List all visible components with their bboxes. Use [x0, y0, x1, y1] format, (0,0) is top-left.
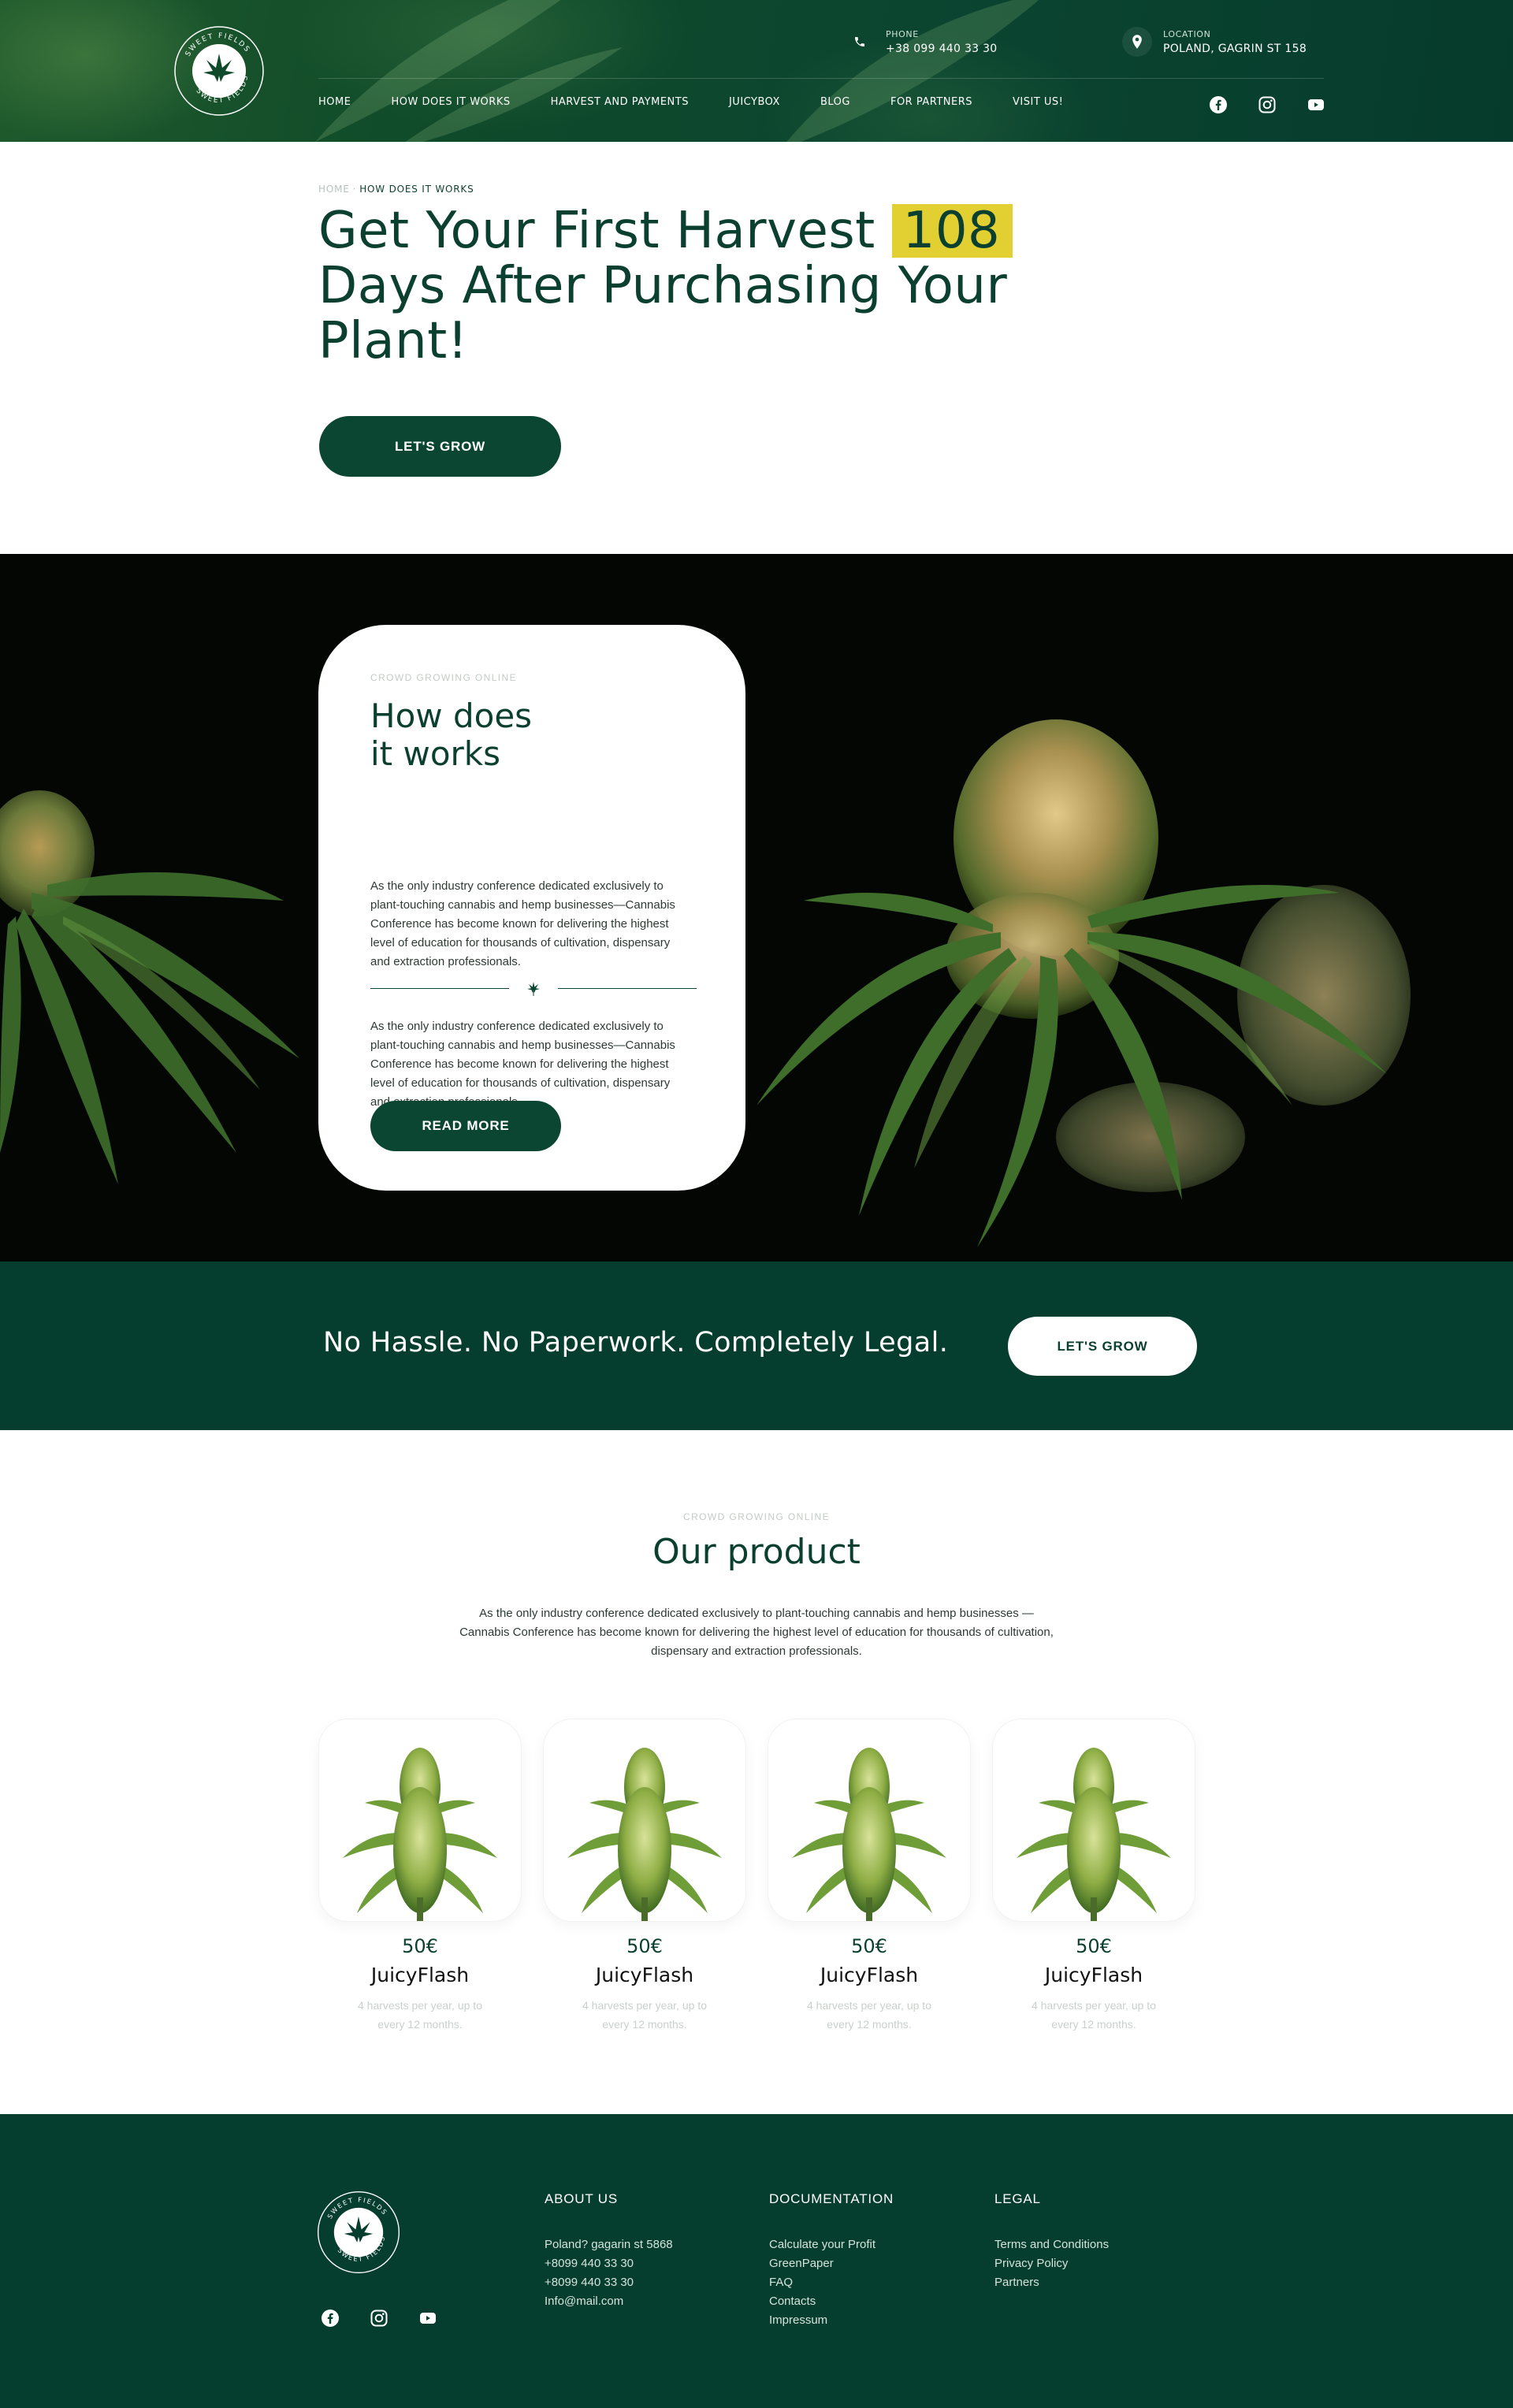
product-description: As the only industry conference dedicate… — [459, 1607, 1054, 1658]
footer-link-terms[interactable]: Terms and Conditions — [994, 2238, 1109, 2251]
breadcrumb: HOME · HOW DOES IT WORKS — [318, 184, 474, 195]
hero-title-line2: Days After Purchasing Your — [318, 257, 1008, 315]
product-card[interactable]: 50€ JuicyFlash 4 harvests per year, up to … — [319, 1719, 521, 2034]
location-value: POLAND, GAGRIN ST 158 — [1163, 42, 1307, 55]
hiw-eyebrow: CROWD GROWING ONLINE — [370, 672, 517, 683]
product-card[interactable]: 50€ JuicyFlash 4 harvests per year, up to … — [544, 1719, 745, 2034]
product-section-title: Our product — [652, 1532, 861, 1572]
main-nav: HOME HOW DOES IT WORKS HARVEST AND PAYME… — [318, 96, 1103, 108]
product-image[interactable] — [993, 1719, 1195, 1921]
footer-logo[interactable]: SWEET FIELDS SWEET FIELDS — [315, 2189, 402, 2276]
nav-for-partners[interactable]: FOR PARTNERS — [890, 96, 972, 108]
footer-documentation-heading: DOCUMENTATION — [769, 2191, 894, 2206]
product-subtitle: 4 harvests per year, up to every 12 mont… — [358, 1999, 482, 2031]
site-header: SWEET FIELDS SWEET FIELDS PHONE +38 099 … — [0, 0, 1513, 142]
product-eyebrow: CROWD GROWING ONLINE — [683, 1511, 830, 1522]
product-name[interactable]: JuicyFlash — [319, 1964, 521, 1986]
nav-how-does-it-works[interactable]: HOW DOES IT WORKS — [391, 96, 510, 108]
footer-about-column: ABOUT US Poland? gagarin st 5868 +8099 4… — [545, 2191, 673, 2311]
product-image[interactable] — [768, 1719, 970, 1921]
how-it-works-card: CROWD GROWING ONLINE How does it works A… — [318, 625, 745, 1191]
hiw-title-line2: it works — [370, 734, 501, 773]
leaf-decoration — [315, 0, 623, 142]
footer-documentation-column: DOCUMENTATION Calculate your Profit Gree… — [769, 2191, 894, 2330]
product-price: 50€ — [626, 1935, 663, 1957]
facebook-icon[interactable] — [1206, 93, 1230, 117]
hero-title: Get Your First Harvest 108 Days After Pu… — [318, 203, 1106, 369]
hero-title-highlight: 108 — [891, 204, 1013, 258]
instagram-icon[interactable] — [1255, 93, 1279, 117]
hiw-title-line1: How does — [370, 697, 533, 735]
nav-visit-us[interactable]: VISIT US! — [1013, 96, 1063, 108]
hiw-paragraph-2: As the only industry conference dedicate… — [370, 1020, 675, 1109]
instagram-icon[interactable] — [367, 2306, 391, 2330]
legal-banner: No Hassle. No Paperwork. Completely Lega… — [0, 1262, 1513, 1430]
banner-lets-grow-button[interactable]: LET'S GROW — [1008, 1317, 1197, 1376]
how-it-works-section: CROWD GROWING ONLINE How does it works A… — [0, 554, 1513, 1262]
product-card[interactable]: 50€ JuicyFlash 4 harvests per year, up to … — [993, 1719, 1195, 2034]
phone-contact[interactable]: PHONE +38 099 440 33 30 — [845, 27, 998, 57]
cannabis-plant-left-image — [0, 790, 299, 1184]
site-footer: SWEET FIELDS SWEET FIELDS ABOUT US Polan… — [0, 2114, 1513, 2408]
leaf-icon — [527, 982, 540, 996]
product-card[interactable]: 50€ JuicyFlash 4 harvests per year, up to … — [768, 1719, 970, 2034]
footer-about-heading: ABOUT US — [545, 2191, 618, 2206]
footer-legal-column: LEGAL Terms and Conditions Privacy Polic… — [994, 2191, 1109, 2292]
footer-about-phone[interactable]: +8099 440 33 30 — [545, 2254, 673, 2273]
logo[interactable]: SWEET FIELDS SWEET FIELDS — [172, 24, 266, 118]
hero-title-line1: Get Your First Harvest — [318, 202, 875, 260]
leaf-divider — [370, 981, 697, 997]
product-name[interactable]: JuicyFlash — [768, 1964, 970, 1986]
footer-legal-heading: LEGAL — [994, 2191, 1041, 2206]
footer-link-privacy[interactable]: Privacy Policy — [994, 2257, 1068, 2270]
product-name[interactable]: JuicyFlash — [993, 1964, 1195, 1986]
footer-link-calculate-profit[interactable]: Calculate your Profit — [769, 2238, 875, 2251]
header-divider — [318, 78, 1324, 79]
breadcrumb-separator: · — [352, 184, 357, 195]
lets-grow-button[interactable]: LET'S GROW — [319, 416, 561, 477]
banner-text: No Hassle. No Paperwork. Completely Lega… — [323, 1327, 949, 1358]
product-subtitle: 4 harvests per year, up to every 12 mont… — [582, 1999, 707, 2031]
footer-link-greenpaper[interactable]: GreenPaper — [769, 2257, 834, 2270]
facebook-icon[interactable] — [318, 2306, 342, 2330]
youtube-icon[interactable] — [416, 2306, 440, 2330]
location-contact[interactable]: LOCATION POLAND, GAGRIN ST 158 — [1122, 27, 1307, 57]
product-name[interactable]: JuicyFlash — [544, 1964, 745, 1986]
location-pin-icon — [1122, 27, 1152, 57]
footer-about-address: Poland? gagarin st 5868 — [545, 2238, 673, 2251]
footer-link-faq[interactable]: FAQ — [769, 2276, 793, 2289]
phone-value[interactable]: +38 099 440 33 30 — [886, 43, 998, 55]
product-subtitle: 4 harvests per year, up to every 12 mont… — [1032, 1999, 1156, 2031]
breadcrumb-home[interactable]: HOME — [318, 184, 350, 195]
footer-socials — [318, 2306, 465, 2330]
nav-juicybox[interactable]: JUICYBOX — [729, 96, 780, 108]
footer-link-impressum[interactable]: Impressum — [769, 2313, 827, 2327]
breadcrumb-current: HOW DOES IT WORKS — [359, 184, 474, 195]
product-price: 50€ — [402, 1935, 438, 1957]
header-socials — [1206, 93, 1353, 117]
footer-link-contacts[interactable]: Contacts — [769, 2295, 816, 2308]
footer-link-partners[interactable]: Partners — [994, 2276, 1039, 2289]
cannabis-plant-right-image — [756, 719, 1411, 1247]
nav-blog[interactable]: BLOG — [820, 96, 850, 108]
phone-icon — [845, 27, 875, 57]
footer-about-phone[interactable]: +8099 440 33 30 — [545, 2273, 673, 2292]
hiw-title: How does it works — [370, 697, 532, 773]
youtube-icon[interactable] — [1304, 93, 1328, 117]
product-price: 50€ — [1076, 1935, 1112, 1957]
product-subtitle: 4 harvests per year, up to every 12 mont… — [807, 1999, 931, 2031]
leaf-decoration — [786, 0, 1039, 142]
nav-harvest-and-payments[interactable]: HARVEST AND PAYMENTS — [551, 96, 689, 108]
product-image[interactable] — [544, 1719, 745, 1921]
footer-about-email[interactable]: Info@mail.com — [545, 2292, 673, 2311]
nav-home[interactable]: HOME — [318, 96, 351, 108]
product-price: 50€ — [851, 1935, 887, 1957]
phone-label: PHONE — [886, 28, 919, 39]
location-label: LOCATION — [1163, 28, 1211, 39]
hiw-paragraph-1: As the only industry conference dedicate… — [370, 879, 675, 968]
product-image[interactable] — [319, 1719, 521, 1921]
hero-title-line3: Plant! — [318, 312, 468, 370]
read-more-button[interactable]: READ MORE — [370, 1101, 561, 1151]
